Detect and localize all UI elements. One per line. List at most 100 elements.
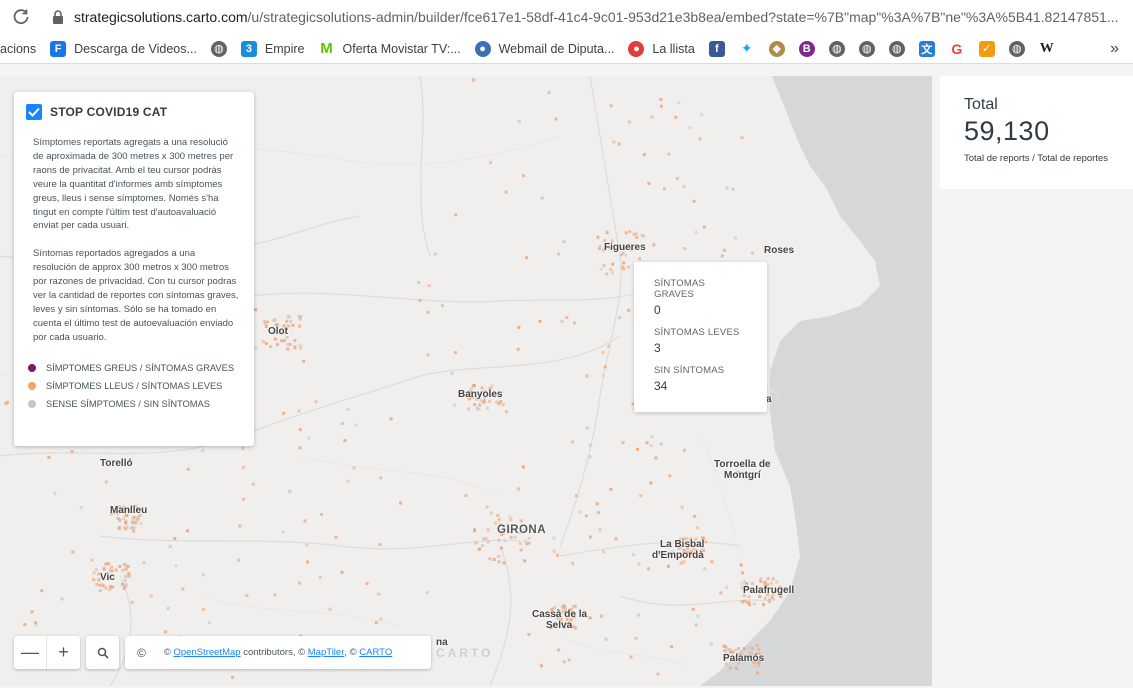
report-cell bbox=[453, 351, 457, 355]
bookmark-facebook[interactable]: f bbox=[708, 34, 725, 63]
report-cell bbox=[560, 319, 564, 323]
report-cell bbox=[474, 541, 478, 545]
report-cell bbox=[562, 604, 566, 608]
report-cell bbox=[634, 636, 638, 640]
search-button[interactable] bbox=[86, 636, 119, 669]
legend-item-sense: SENSE SÍMPTOMES / SIN SÍNTOMAS bbox=[28, 395, 240, 413]
report-cell bbox=[720, 254, 724, 258]
report-cell bbox=[636, 447, 639, 451]
report-cell bbox=[502, 561, 506, 565]
osm-link[interactable]: OpenStreetMap bbox=[173, 647, 240, 658]
bookmark-bird[interactable]: ◆ bbox=[768, 34, 785, 63]
report-cell bbox=[667, 564, 670, 568]
report-cell bbox=[124, 567, 128, 571]
report-cell bbox=[624, 253, 628, 257]
report-cell bbox=[659, 97, 663, 101]
bookmark-wikipedia[interactable]: W bbox=[1039, 34, 1055, 63]
bookmark-google[interactable]: G bbox=[949, 34, 965, 63]
report-cell bbox=[30, 610, 34, 614]
bookmark-globe-2[interactable]: ◍ bbox=[828, 34, 845, 63]
popup-sin-label: SIN SÍNTOMAS bbox=[654, 365, 725, 376]
bookmark-globe-3[interactable]: ◍ bbox=[858, 34, 875, 63]
report-cell bbox=[727, 647, 730, 651]
report-cell bbox=[674, 115, 678, 119]
url-text[interactable]: strategicsolutions.carto.com/u/strategic… bbox=[74, 9, 1124, 25]
report-cell bbox=[303, 519, 307, 523]
report-cell bbox=[602, 263, 606, 267]
report-cell bbox=[117, 527, 121, 531]
bookmark-acions[interactable]: acions bbox=[0, 34, 36, 63]
report-cell bbox=[571, 561, 575, 565]
report-cell bbox=[775, 580, 779, 584]
bookmark-la-llista[interactable]: ● La llista bbox=[628, 34, 695, 63]
report-cell bbox=[450, 371, 454, 375]
report-cell bbox=[627, 120, 631, 124]
report-cell bbox=[739, 563, 743, 567]
reload-icon[interactable] bbox=[10, 6, 32, 28]
report-cell bbox=[121, 568, 125, 572]
report-cell bbox=[647, 181, 651, 185]
report-cell bbox=[118, 565, 122, 568]
zoom-out-button[interactable]: — bbox=[14, 636, 47, 669]
report-cell bbox=[771, 597, 775, 601]
report-cell bbox=[53, 491, 57, 495]
report-cell bbox=[94, 568, 98, 572]
bookmark-b[interactable]: B bbox=[798, 34, 815, 63]
report-cell bbox=[23, 623, 27, 627]
report-cell bbox=[609, 487, 613, 491]
bookmark-webmail[interactable]: ● Webmail de Diputa... bbox=[474, 34, 614, 63]
report-cell bbox=[747, 646, 751, 649]
map-canvas[interactable]: Figueres Roses Olot Banyoles Torelló Man… bbox=[0, 76, 932, 686]
address-bar[interactable]: strategicsolutions.carto.com/u/strategic… bbox=[0, 0, 1133, 34]
report-cell bbox=[562, 240, 566, 244]
bookmark-globe-5[interactable]: ◍ bbox=[1008, 34, 1025, 63]
report-cell bbox=[132, 515, 136, 519]
bookmark-orange[interactable]: ✓ bbox=[978, 34, 995, 63]
report-cell bbox=[517, 326, 521, 329]
zoom-in-button[interactable]: + bbox=[47, 636, 80, 669]
report-cell bbox=[557, 252, 560, 256]
report-cell bbox=[264, 342, 268, 345]
bookmark-descarga-videos[interactable]: F Descarga de Videos... bbox=[50, 34, 197, 63]
carto-link[interactable]: CARTO bbox=[359, 647, 392, 658]
bookmark-translate[interactable]: 文 bbox=[918, 34, 935, 63]
report-cell bbox=[271, 319, 275, 322]
report-cell bbox=[696, 614, 700, 618]
place-vic: Vic bbox=[100, 572, 115, 583]
report-cell bbox=[766, 577, 770, 581]
report-cell bbox=[595, 502, 599, 506]
report-cell bbox=[557, 648, 561, 652]
report-cell bbox=[34, 623, 38, 627]
webmail-icon: ● bbox=[474, 40, 491, 57]
report-cell bbox=[691, 607, 695, 611]
report-cell bbox=[285, 319, 289, 323]
report-cell bbox=[609, 267, 613, 271]
report-cell bbox=[659, 442, 663, 446]
popup-leves-label: SÍNTOMAS LEVES bbox=[654, 327, 740, 338]
maptiler-link[interactable]: MapTiler bbox=[308, 647, 345, 658]
bookmark-movistar[interactable]: M Oferta Movistar TV:... bbox=[319, 34, 460, 63]
report-cell bbox=[482, 537, 485, 541]
report-cell bbox=[599, 267, 603, 271]
report-cell bbox=[517, 120, 521, 124]
report-cell bbox=[570, 440, 574, 444]
report-cell bbox=[763, 596, 767, 600]
report-cell bbox=[527, 541, 531, 545]
bookmark-empire[interactable]: 3 Empire bbox=[240, 34, 305, 63]
report-cell bbox=[638, 257, 641, 261]
report-cell bbox=[340, 422, 344, 425]
layer-toggle-checkbox[interactable] bbox=[26, 104, 42, 120]
report-cell bbox=[263, 321, 267, 325]
report-cell bbox=[649, 444, 653, 448]
popup-sin-value: 34 bbox=[654, 379, 668, 393]
bookmark-globe[interactable]: ◍ bbox=[210, 34, 227, 63]
more-bookmarks-icon[interactable]: » bbox=[1110, 40, 1119, 58]
3-icon: 3 bbox=[240, 40, 257, 57]
report-cell bbox=[473, 528, 477, 532]
report-cell bbox=[417, 281, 421, 284]
bookmark-twitter[interactable]: ✦ bbox=[739, 34, 755, 63]
report-cell bbox=[139, 522, 143, 526]
report-cell bbox=[572, 321, 576, 325]
bookmark-globe-4[interactable]: ◍ bbox=[888, 34, 905, 63]
report-cell bbox=[759, 579, 763, 583]
